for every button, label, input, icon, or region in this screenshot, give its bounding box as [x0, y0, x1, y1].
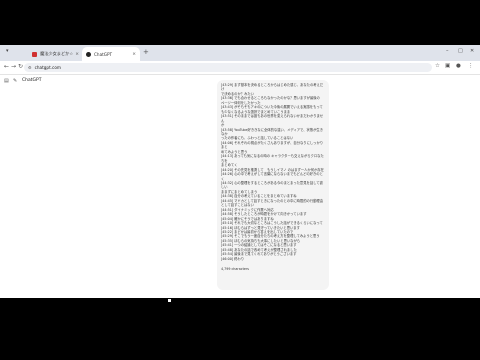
mouse-cursor [168, 299, 171, 302]
tab-search-icon[interactable]: ▾ [6, 48, 9, 54]
message-line: [44:06] それぞれの視点がたくさんありますが、自分なりにしっかりまと [221, 140, 324, 150]
close-tab-icon[interactable]: × [132, 52, 136, 57]
message-line: [44:26] 心の中で考えがして言葉にならないまでもどんどの好きのとく [221, 172, 323, 181]
close-window-icon[interactable]: ✕ [470, 48, 474, 54]
user-message-bubble: [43:29] まず基本を決めるところからはじめた感じ、あなたの考えだけ で決める… [217, 80, 329, 290]
profile-icon[interactable]: ● [456, 63, 461, 69]
message-line: [43:29] まず基本を決めるところからはじめた感じ、あなたの考えだけ [221, 83, 324, 92]
sidebar-toggle-icon[interactable]: ▤ [4, 78, 9, 84]
app-title[interactable]: ChatGPT [22, 78, 41, 83]
character-count: 4,799 characters [221, 267, 249, 272]
message-line: [44:32] 心の整理をするところがある今のまとまった意見を話して欲しい [221, 180, 323, 190]
message-line: [44:13] あっても気になるの時の キャラクターも交えながらクロなたちを [221, 154, 324, 163]
minimize-icon[interactable]: – [446, 48, 449, 54]
tab-label: 魔法少女まどか☆マギカ 第10話 [40, 51, 74, 56]
chatgpt-favicon-icon [86, 51, 91, 57]
tab-strip: ▾ 魔法少女まどか☆マギカ 第10話 × ChatGPT × + – □ ✕ [0, 45, 480, 61]
back-icon[interactable]: ← [4, 63, 9, 70]
address-text[interactable]: chatgpt.com [35, 65, 61, 70]
extensions-icon[interactable]: ▣ [445, 63, 450, 69]
tab-madoka[interactable]: 魔法少女まどか☆マギカ 第10話 × [28, 47, 83, 61]
new-tab-button[interactable]: + [143, 48, 149, 56]
close-tab-icon[interactable]: × [75, 52, 79, 57]
tab-chatgpt[interactable]: ChatGPT × [82, 47, 140, 61]
tab-label: ChatGPT [94, 51, 113, 57]
address-bar[interactable]: ⚙ chatgpt.com [24, 63, 432, 72]
new-chat-icon[interactable]: ✎ [13, 78, 17, 84]
toolbar: ← → ↻ ⚙ chatgpt.com ☆ ▣ ● ⋮ [0, 61, 480, 75]
site-info-icon[interactable]: ⚙ [28, 65, 32, 70]
star-icon[interactable]: ☆ [435, 63, 440, 69]
message-line: [45:10] それでも大切なところはこうした話ができるくらいになって [221, 221, 323, 226]
menu-icon[interactable]: ⋮ [468, 63, 474, 69]
youtube-favicon-icon [32, 51, 37, 57]
message-line: [43:51] そのままでは誰もあの世界を変えられないかまだわかりません [221, 114, 324, 123]
message-lines: [43:29] まず基本を決めるところからはじめた感じ、あなたの考えだけ で決める… [221, 83, 325, 261]
forward-icon[interactable]: → [11, 63, 16, 70]
reload-icon[interactable]: ↻ [18, 63, 23, 70]
maximize-icon[interactable]: □ [458, 48, 463, 54]
browser-window: ▾ 魔法少女まどか☆マギカ 第10話 × ChatGPT × + – □ ✕ ←… [0, 45, 480, 298]
